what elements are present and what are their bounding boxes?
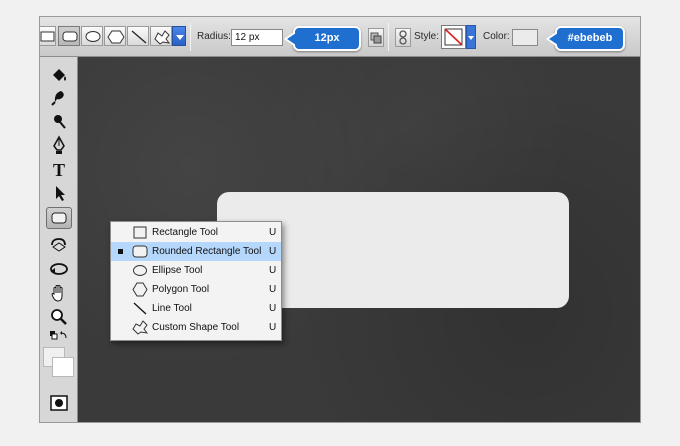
rounded-rectangle-tool-icon <box>132 244 148 259</box>
dodge-tool[interactable] <box>48 111 70 131</box>
radius-input[interactable]: 12 px <box>231 29 283 46</box>
line-shape-button[interactable] <box>127 26 149 46</box>
pen-tool[interactable] <box>48 135 70 155</box>
toolbox: T <box>40 57 78 422</box>
flyout-item-shortcut: U <box>269 227 277 238</box>
flyout-item-label: Polygon Tool <box>152 284 210 295</box>
flyout-item-rectangle-tool[interactable]: Rectangle Tool U <box>111 223 281 242</box>
selected-bullet-icon <box>118 249 123 254</box>
style-dropdown-button[interactable] <box>466 25 476 49</box>
hand-tool[interactable] <box>48 283 70 303</box>
chevron-down-icon <box>468 36 474 40</box>
rectangle-icon <box>40 31 55 42</box>
magnifier-icon <box>51 309 67 325</box>
color-callout: #ebebeb <box>546 26 625 51</box>
flyout-item-shortcut: U <box>269 265 277 276</box>
flyout-item-polygon-tool[interactable]: Polygon Tool U <box>111 280 281 299</box>
3d-rotate-icon <box>51 238 66 252</box>
custom-shape-button[interactable] <box>150 26 172 46</box>
flyout-item-label: Line Tool <box>152 303 192 314</box>
paint-bucket-icon <box>53 69 66 81</box>
background-color-swatch[interactable] <box>52 357 74 377</box>
flyout-item-label: Rounded Rectangle Tool <box>152 246 262 257</box>
flyout-item-label: Ellipse Tool <box>152 265 203 276</box>
arrow-cursor-icon <box>56 186 65 201</box>
burn-tool[interactable] <box>48 87 70 107</box>
custom-shape-icon <box>154 30 171 45</box>
svg-text:T: T <box>53 160 65 179</box>
line-icon <box>131 30 147 44</box>
ellipse-icon <box>85 31 101 42</box>
style-picker[interactable] <box>441 25 466 49</box>
type-tool[interactable]: T <box>48 159 70 179</box>
color-swatch[interactable] <box>512 29 538 46</box>
rectangle-tool-icon <box>132 225 148 240</box>
dodge-icon <box>54 115 66 129</box>
flyout-item-custom-shape-tool[interactable]: Custom Shape Tool U <box>111 318 281 337</box>
color-label: Color: <box>483 31 510 42</box>
rounded-rectangle-shape-button[interactable] <box>58 26 80 46</box>
chevron-down-icon <box>176 35 184 40</box>
divider <box>388 23 389 51</box>
divider <box>190 23 191 51</box>
flyout-item-ellipse-tool[interactable]: Ellipse Tool U <box>111 261 281 280</box>
shape-dropdown-button[interactable] <box>172 26 186 46</box>
flyout-item-rounded-rectangle-tool[interactable]: Rounded Rectangle Tool U <box>111 242 281 261</box>
flyout-item-line-tool[interactable]: Line Tool U <box>111 299 281 318</box>
burn-icon <box>51 91 64 106</box>
radius-label: Radius: <box>197 31 231 42</box>
line-tool-icon <box>132 301 148 316</box>
options-bar: Radius: 12 px 12px Style: Color: #ebebeb <box>40 17 640 57</box>
layers-icon <box>370 32 382 44</box>
color-swap-controls[interactable] <box>48 329 70 343</box>
custom-shape-tool-icon <box>132 320 149 335</box>
ellipse-shape-button[interactable] <box>81 26 103 46</box>
photoshop-window: Radius: 12 px 12px Style: Color: #ebebeb <box>39 16 641 423</box>
rounded-rectangle-icon <box>51 212 67 224</box>
type-icon: T <box>53 160 65 179</box>
link-style-button[interactable] <box>395 28 411 47</box>
pen-icon <box>53 135 65 154</box>
ellipse-tool-icon <box>132 263 148 278</box>
flyout-item-label: Rectangle Tool <box>152 227 218 238</box>
quick-mask-button[interactable] <box>48 393 70 413</box>
rectangle-shape-button[interactable] <box>40 26 56 46</box>
flyout-item-label: Custom Shape Tool <box>152 322 240 333</box>
shape-tools-flyout: Rectangle Tool U Rounded Rectangle Tool … <box>110 221 282 341</box>
no-style-icon <box>444 28 463 46</box>
3d-orbit-tool[interactable] <box>48 259 70 279</box>
default-colors-icon <box>50 331 67 340</box>
zoom-tool[interactable] <box>48 307 70 327</box>
link-icon <box>399 30 407 45</box>
flyout-item-shortcut: U <box>269 284 277 295</box>
flyout-item-shortcut: U <box>269 303 277 314</box>
combine-shape-button[interactable] <box>368 28 384 47</box>
path-selection-tool[interactable] <box>48 183 70 203</box>
radius-callout: 12px <box>284 26 361 51</box>
polygon-tool-icon <box>132 282 148 297</box>
shape-tool[interactable] <box>46 207 72 229</box>
flyout-item-shortcut: U <box>269 322 277 333</box>
polygon-shape-button[interactable] <box>104 26 126 46</box>
style-label: Style: <box>414 31 440 42</box>
3d-orbit-icon <box>50 263 68 275</box>
quick-mask-icon <box>50 395 68 411</box>
flyout-item-shortcut: U <box>269 246 277 257</box>
hand-icon <box>51 285 63 302</box>
3d-rotate-tool[interactable] <box>48 235 70 255</box>
polygon-icon <box>107 30 125 44</box>
paint-bucket-tool[interactable] <box>48 65 70 85</box>
rounded-rectangle-icon <box>62 31 78 42</box>
